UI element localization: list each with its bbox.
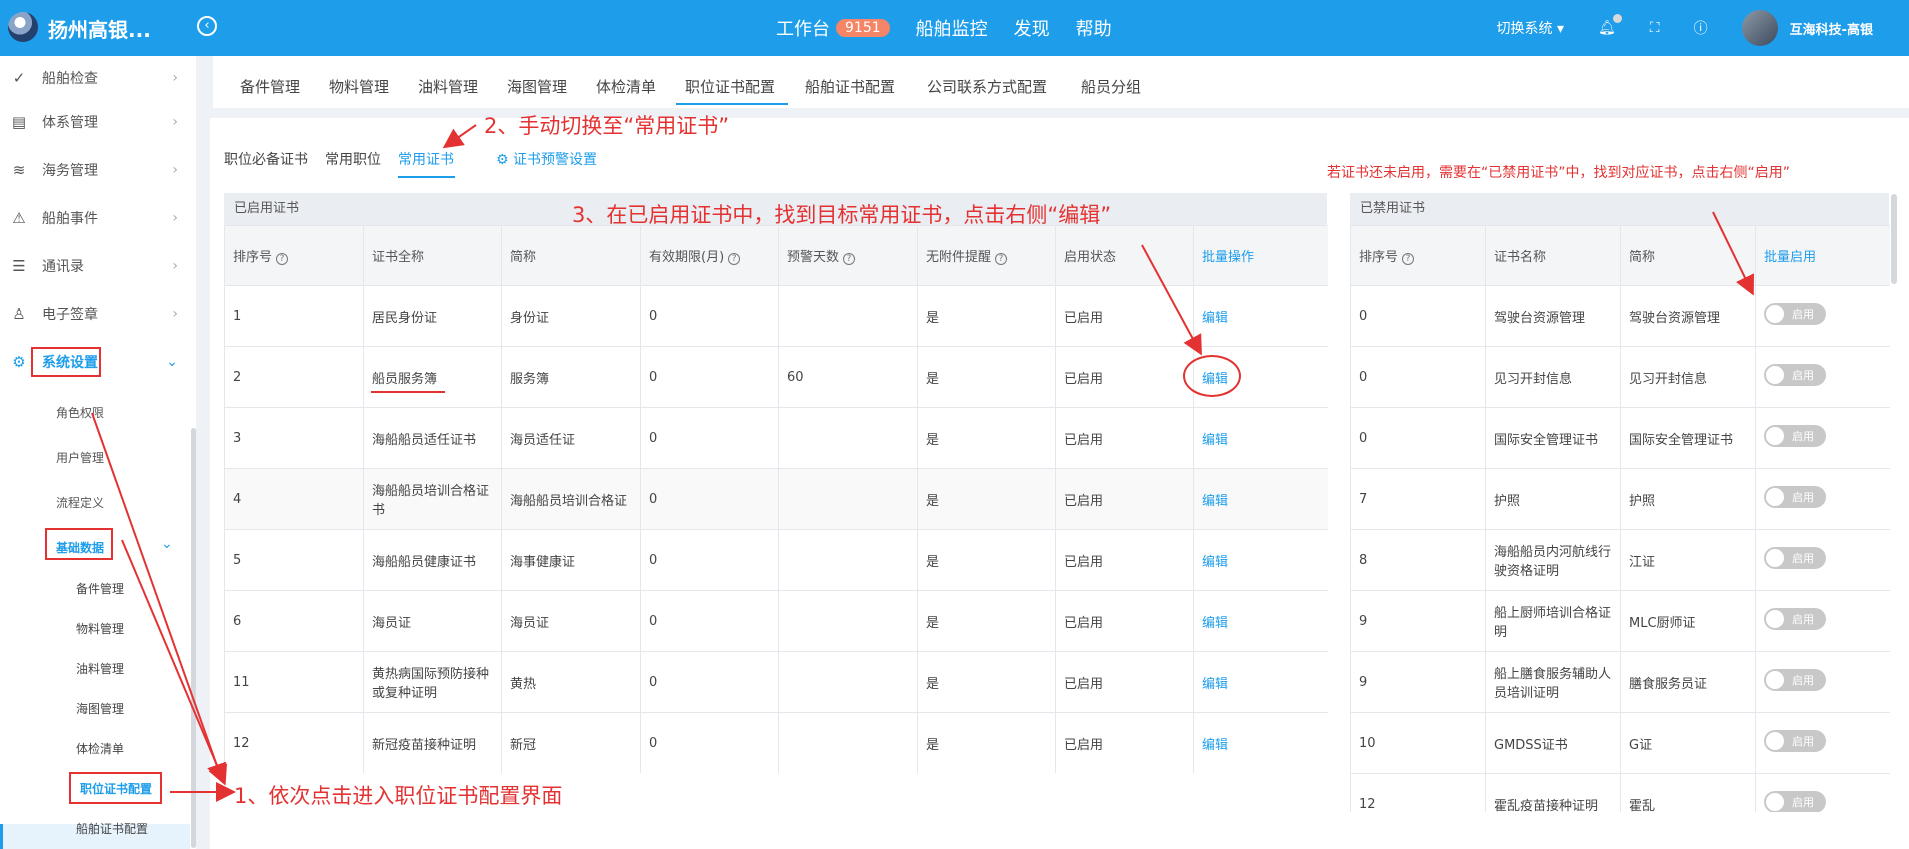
annotation-arrows xyxy=(91,124,1754,802)
